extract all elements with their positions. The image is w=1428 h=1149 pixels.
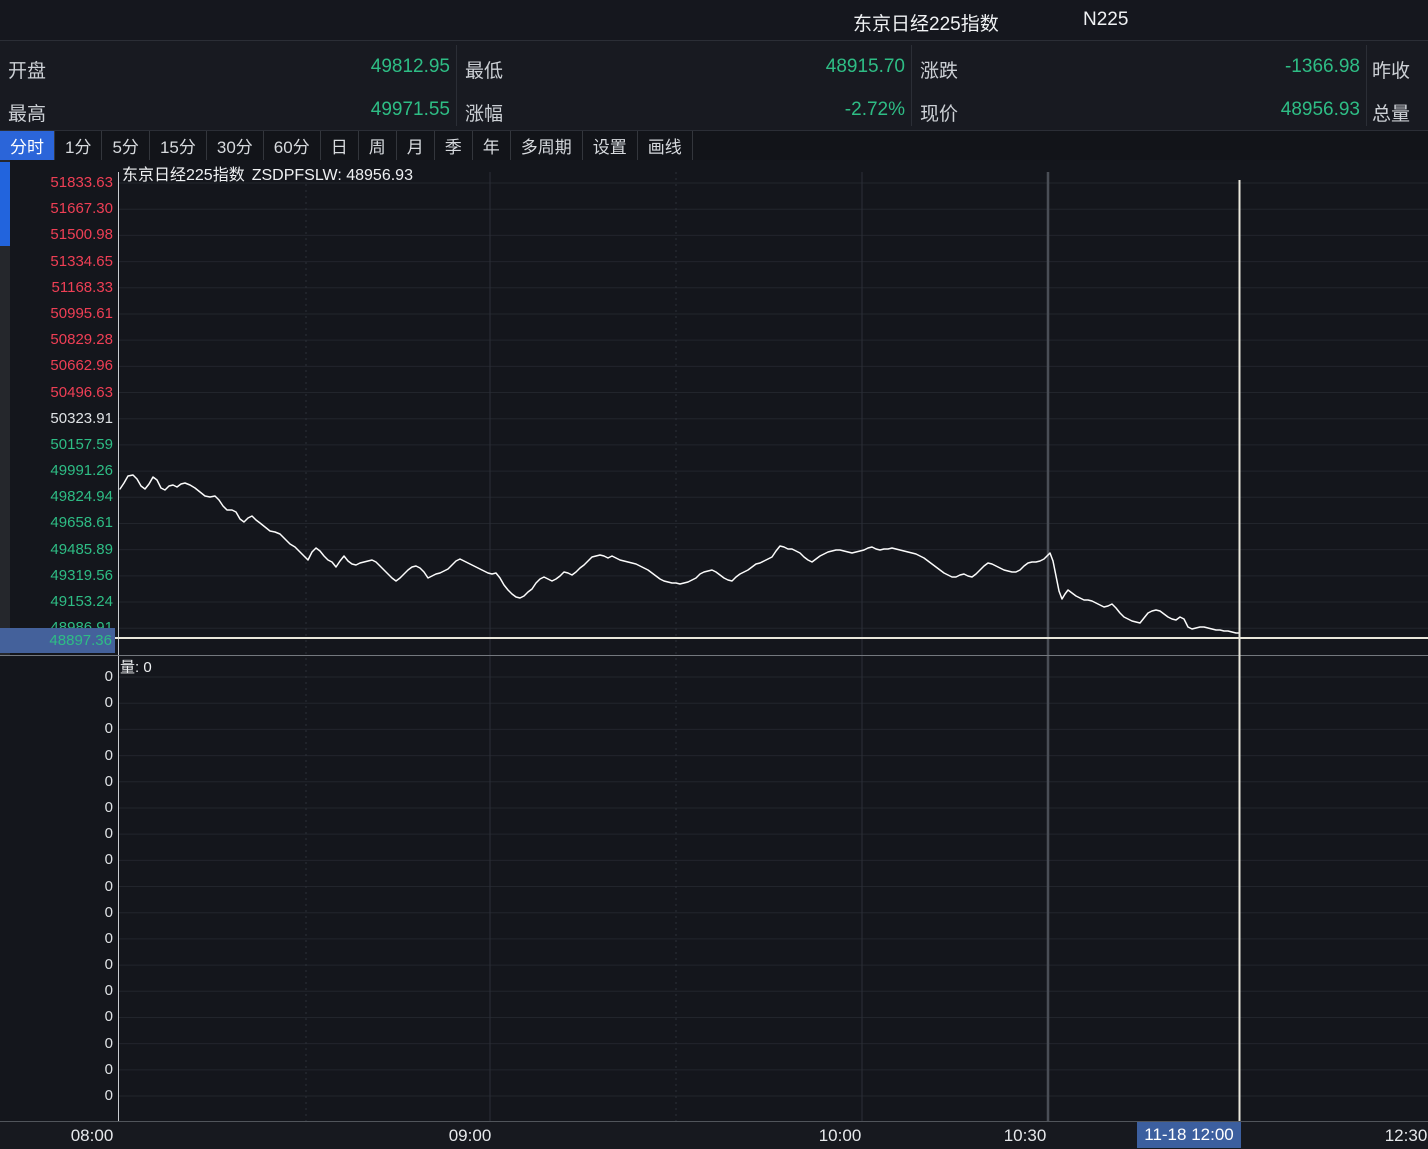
tab-period-3[interactable]: 5分 bbox=[102, 131, 149, 160]
title-bar: 东京日经225指数 N225 bbox=[0, 0, 1428, 41]
quote-value: 49971.55 bbox=[120, 99, 450, 121]
instrument-symbol: N225 bbox=[1083, 9, 1128, 31]
tab-period-13[interactable]: 设置 bbox=[583, 131, 638, 160]
tab-period-7[interactable]: 日 bbox=[321, 131, 359, 160]
tab-period-6[interactable]: 60分 bbox=[264, 131, 321, 160]
quote-value: -1366.98 bbox=[1030, 56, 1360, 78]
tab-period-2[interactable]: 1分 bbox=[55, 131, 102, 160]
app-window: 东京日经225指数 N225 开盘 49812.95 最低 48915.70 涨跌 -13… bbox=[0, 0, 1428, 1149]
chart-area[interactable] bbox=[0, 160, 1428, 1122]
quote-label: 昨收 bbox=[1372, 56, 1410, 83]
period-tab-bar: 分时1分5分15分30分60分日周月季年多周期设置画线 bbox=[0, 131, 1428, 160]
tab-period-10[interactable]: 季 bbox=[435, 131, 473, 160]
time-axis bbox=[0, 1122, 1428, 1149]
quote-label: 现价 bbox=[920, 99, 958, 126]
left-scrollbar[interactable] bbox=[0, 160, 10, 655]
tab-period-4[interactable]: 15分 bbox=[150, 131, 207, 160]
tab-period-1[interactable]: 分时 bbox=[0, 131, 55, 160]
quote-label: 总量 bbox=[1372, 99, 1410, 126]
instrument-name: 东京日经225指数 bbox=[853, 9, 999, 36]
quote-label: 开盘 bbox=[8, 56, 46, 83]
scrollbar-thumb[interactable] bbox=[0, 162, 10, 246]
quote-value: 49812.95 bbox=[120, 56, 450, 78]
quote-value: -2.72% bbox=[575, 99, 905, 121]
tab-period-8[interactable]: 周 bbox=[359, 131, 397, 160]
quote-value: 48956.93 bbox=[1030, 99, 1360, 121]
header-divider bbox=[911, 45, 912, 126]
header-divider bbox=[456, 45, 457, 126]
quote-header: 开盘 49812.95 最低 48915.70 涨跌 -1366.98 昨收最高 49971.… bbox=[0, 41, 1428, 130]
quote-label: 最低 bbox=[465, 56, 503, 83]
quote-label: 涨跌 bbox=[920, 56, 958, 83]
quote-label: 涨幅 bbox=[465, 99, 503, 126]
quote-label: 最高 bbox=[8, 99, 46, 126]
tab-period-12[interactable]: 多周期 bbox=[511, 131, 583, 160]
header-divider bbox=[1366, 45, 1367, 126]
tab-period-5[interactable]: 30分 bbox=[207, 131, 264, 160]
tab-period-14[interactable]: 画线 bbox=[638, 131, 693, 160]
tab-period-11[interactable]: 年 bbox=[473, 131, 511, 160]
quote-value: 48915.70 bbox=[575, 56, 905, 78]
tab-period-9[interactable]: 月 bbox=[397, 131, 435, 160]
